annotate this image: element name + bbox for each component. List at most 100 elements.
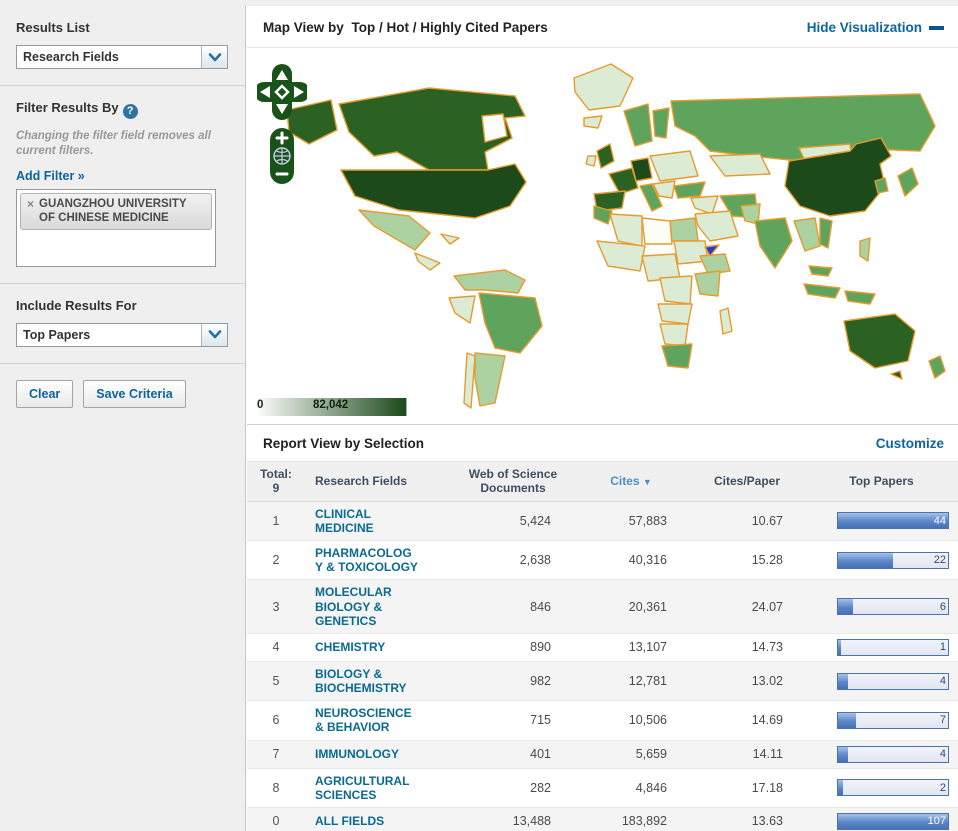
top-papers-bar[interactable]: 107 xyxy=(837,812,949,830)
country-peru xyxy=(448,295,476,324)
rank-cell: 8 xyxy=(247,768,305,808)
include-results-dropdown[interactable]: Top Papers xyxy=(16,322,228,347)
country-saudi-arabia xyxy=(694,210,739,242)
chevron-down-icon[interactable] xyxy=(201,323,227,346)
top-papers-bar-fill xyxy=(838,599,853,615)
wos-documents-cell: 982 xyxy=(453,661,573,702)
top-papers-value: 44 xyxy=(933,514,946,527)
country-turkey xyxy=(673,181,706,199)
research-field-link[interactable]: PHARMACOLOGY & TOXICOLOGY xyxy=(315,546,419,574)
map-view-title-main: Top / Hot / Highly Cited Papers xyxy=(351,20,548,35)
column-header-cites-sorted[interactable]: Cites ▼ xyxy=(573,462,689,502)
research-field-link[interactable]: MOLECULAR BIOLOGY & GENETICS xyxy=(315,585,419,627)
cites-per-paper-cell: 14.73 xyxy=(689,633,805,662)
country-australia xyxy=(843,313,916,369)
country-angola-zambia xyxy=(657,303,693,325)
top-papers-bar[interactable]: 4 xyxy=(837,672,949,690)
country-mexico xyxy=(358,209,431,251)
research-field-link[interactable]: CHEMISTRY xyxy=(315,640,419,654)
results-list-dropdown[interactable]: Research Fields xyxy=(16,45,228,69)
country-libya xyxy=(641,217,673,245)
top-papers-value: 2 xyxy=(939,781,946,794)
top-papers-value: 22 xyxy=(933,554,946,567)
top-papers-bar[interactable]: 44 xyxy=(837,512,949,530)
add-filter-link[interactable]: Add Filter » xyxy=(16,169,85,183)
top-papers-bar-fill xyxy=(838,712,856,728)
remove-filter-icon[interactable]: × xyxy=(27,197,34,211)
top-papers-cell: 2 xyxy=(805,768,958,808)
cites-cell: 10,506 xyxy=(573,700,689,741)
top-papers-bar[interactable]: 22 xyxy=(837,551,949,569)
top-papers-bar[interactable]: 1 xyxy=(837,638,949,656)
filter-tag-label: GUANGZHOU UNIVERSITY OF CHINESE MEDICINE xyxy=(39,197,187,224)
filter-tag[interactable]: × GUANGZHOU UNIVERSITY OF CHINESE MEDICI… xyxy=(20,192,212,231)
cites-per-paper-cell: 17.18 xyxy=(689,768,805,808)
hide-visualization-label: Hide Visualization xyxy=(806,20,922,35)
country-argentina xyxy=(474,352,506,407)
chevron-down-icon[interactable] xyxy=(201,46,227,68)
cites-cell: 183,892 xyxy=(573,807,689,831)
country-drc xyxy=(659,275,693,305)
research-field-link[interactable]: BIOLOGY & BIOCHEMISTRY xyxy=(315,667,419,695)
country-indonesia-east xyxy=(844,290,876,305)
top-papers-bar-fill xyxy=(838,746,848,762)
research-field-link[interactable]: NEUROSCIENCE & BEHAVIOR xyxy=(315,706,419,734)
top-papers-bar-fill xyxy=(838,780,843,796)
cites-cell: 5,659 xyxy=(573,740,689,769)
save-criteria-button[interactable]: Save Criteria xyxy=(83,379,186,408)
report-table-row: 6 NEUROSCIENCE & BEHAVIOR 715 10,506 14.… xyxy=(247,700,958,741)
rank-cell: 2 xyxy=(247,540,305,581)
world-choropleth-map[interactable] xyxy=(279,52,955,412)
research-field-link[interactable]: AGRICULTURAL SCIENCES xyxy=(315,774,419,802)
country-iceland xyxy=(583,115,603,129)
map-view-title-prefix: Map View by xyxy=(263,20,344,35)
top-papers-bar[interactable]: 4 xyxy=(837,745,949,763)
hide-visualization-link[interactable]: Hide Visualization xyxy=(807,20,944,35)
results-list-section: Results List Research Fields xyxy=(0,6,245,86)
cites-cell: 12,781 xyxy=(573,661,689,702)
report-table-row: 5 BIOLOGY & BIOCHEMISTRY 982 12,781 13.0… xyxy=(247,661,958,702)
top-papers-value: 6 xyxy=(939,600,946,613)
column-header-cites-per-paper[interactable]: Cites/Paper xyxy=(689,462,805,502)
research-field-link[interactable]: ALL FIELDS xyxy=(315,814,419,828)
top-papers-bar[interactable]: 2 xyxy=(837,779,949,797)
results-list-selected-value: Research Fields xyxy=(23,50,119,64)
cites-per-paper-cell: 13.02 xyxy=(689,661,805,702)
clear-button[interactable]: Clear xyxy=(16,379,74,408)
country-iraq-syria xyxy=(690,195,719,215)
country-kazakhstan xyxy=(709,153,771,177)
research-field-link[interactable]: IMMUNOLOGY xyxy=(315,747,419,761)
map-view-title: Map View by Top / Hot / Highly Cited Pap… xyxy=(263,20,548,35)
country-new-zealand xyxy=(928,355,946,379)
country-indonesia-west xyxy=(803,283,841,299)
research-field-cell: NEUROSCIENCE & BEHAVIOR xyxy=(305,700,453,741)
country-ireland xyxy=(585,155,597,167)
top-papers-bar[interactable]: 6 xyxy=(837,598,949,616)
report-table-row: 8 AGRICULTURAL SCIENCES 282 4,846 17.18 … xyxy=(247,768,958,808)
customize-link[interactable]: Customize xyxy=(876,436,944,451)
top-papers-bar[interactable]: 7 xyxy=(837,711,949,729)
legend-min-value: 0 xyxy=(257,399,264,411)
country-vietnam xyxy=(819,217,833,249)
top-papers-value: 1 xyxy=(939,641,946,654)
cites-cell: 13,107 xyxy=(573,633,689,662)
help-question-icon[interactable]: ? xyxy=(122,104,138,119)
column-header-wos-documents[interactable]: Web of Science Documents xyxy=(453,462,573,502)
report-view-title: Report View by Selection xyxy=(263,436,425,451)
research-field-cell: CLINICAL MEDICINE xyxy=(305,501,453,542)
cites-per-paper-cell: 13.63 xyxy=(689,807,805,831)
map-pan-control xyxy=(254,64,310,120)
report-table-row: 2 PHARMACOLOGY & TOXICOLOGY 2,638 40,316… xyxy=(247,540,958,581)
map-view-header: Map View by Top / Hot / Highly Cited Pap… xyxy=(247,6,958,48)
top-papers-cell: 107 xyxy=(805,807,958,831)
column-header-top-papers[interactable]: Top Papers xyxy=(805,462,958,502)
research-field-cell: PHARMACOLOGY & TOXICOLOGY xyxy=(305,540,453,581)
cites-per-paper-cell: 10.67 xyxy=(689,501,805,542)
include-results-section: Include Results For Top Papers xyxy=(0,284,245,364)
report-table: Total: 9 Research Fields Web of Science … xyxy=(247,462,958,831)
cites-cell: 20,361 xyxy=(573,579,689,634)
country-madagascar xyxy=(719,307,733,335)
research-field-link[interactable]: CLINICAL MEDICINE xyxy=(315,507,419,535)
research-field-cell: MOLECULAR BIOLOGY & GENETICS xyxy=(305,579,453,634)
research-field-cell: IMMUNOLOGY xyxy=(305,740,453,769)
